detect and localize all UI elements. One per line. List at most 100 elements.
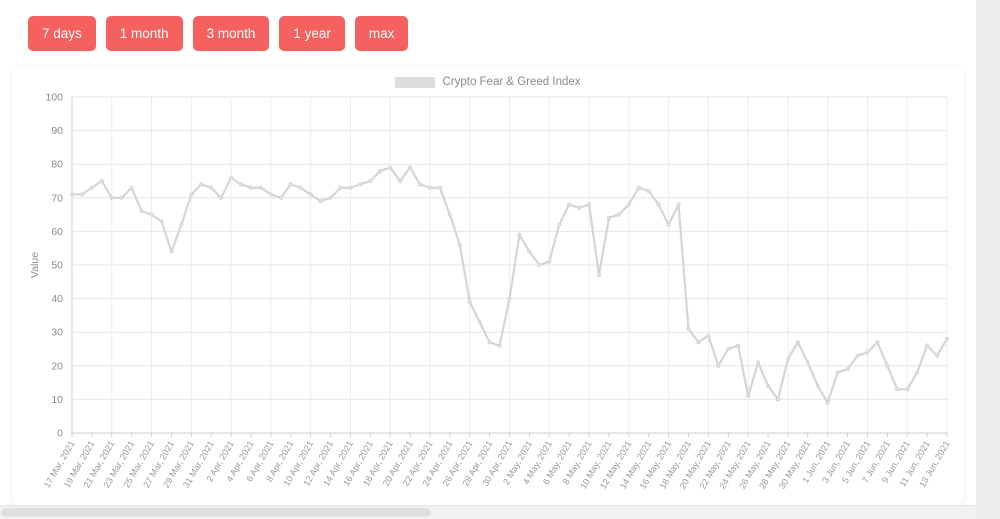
- data-point[interactable]: [437, 185, 442, 190]
- data-point[interactable]: [497, 343, 502, 348]
- data-point[interactable]: [875, 340, 880, 345]
- data-point[interactable]: [179, 222, 184, 227]
- data-point[interactable]: [487, 340, 492, 345]
- horizontal-scrollbar-gutter[interactable]: [0, 505, 1000, 519]
- data-point[interactable]: [507, 296, 512, 301]
- data-point[interactable]: [99, 178, 104, 184]
- data-point[interactable]: [944, 336, 950, 342]
- data-point[interactable]: [209, 185, 214, 190]
- data-point[interactable]: [258, 185, 264, 190]
- data-point[interactable]: [228, 175, 234, 180]
- range-1-year-button[interactable]: 1 year: [279, 16, 345, 51]
- data-point[interactable]: [746, 393, 751, 399]
- data-point[interactable]: [139, 209, 144, 214]
- data-point[interactable]: [219, 195, 224, 200]
- data-point[interactable]: [378, 168, 383, 174]
- data-point[interactable]: [606, 215, 612, 221]
- y-axis-tick: 50: [51, 260, 63, 272]
- horizontal-scrollbar-thumb[interactable]: [1, 508, 431, 517]
- data-point[interactable]: [348, 185, 353, 190]
- data-point[interactable]: [716, 363, 721, 368]
- data-point[interactable]: [338, 185, 343, 190]
- data-point[interactable]: [616, 212, 621, 217]
- data-point[interactable]: [726, 346, 731, 352]
- data-point[interactable]: [736, 343, 741, 348]
- data-point[interactable]: [596, 272, 602, 278]
- data-point[interactable]: [427, 185, 433, 190]
- data-point[interactable]: [895, 387, 900, 392]
- horizontal-scrollbar-track[interactable]: [0, 505, 976, 519]
- data-point[interactable]: [586, 202, 592, 207]
- data-point[interactable]: [318, 199, 323, 204]
- data-point[interactable]: [308, 192, 313, 197]
- data-point[interactable]: [537, 262, 542, 268]
- data-point[interactable]: [696, 340, 701, 345]
- data-point[interactable]: [855, 353, 860, 358]
- data-point[interactable]: [129, 185, 134, 190]
- data-point[interactable]: [815, 383, 820, 389]
- data-point[interactable]: [457, 242, 462, 247]
- data-point[interactable]: [328, 195, 333, 200]
- data-point[interactable]: [905, 387, 910, 392]
- data-point[interactable]: [547, 259, 552, 264]
- range-3-month-button[interactable]: 3 month: [192, 16, 270, 51]
- range-7-days-button[interactable]: 7 days: [28, 16, 96, 51]
- data-point[interactable]: [925, 343, 930, 348]
- data-point[interactable]: [288, 182, 293, 187]
- data-point[interactable]: [845, 367, 850, 372]
- data-point[interactable]: [636, 185, 641, 190]
- range-max-button[interactable]: max: [354, 16, 409, 51]
- data-point[interactable]: [159, 219, 164, 224]
- data-point[interactable]: [885, 363, 890, 368]
- data-point[interactable]: [398, 178, 403, 184]
- range-1-month-button[interactable]: 1 month: [105, 16, 183, 51]
- data-point[interactable]: [447, 212, 452, 217]
- data-point[interactable]: [407, 165, 413, 170]
- data-point[interactable]: [517, 232, 522, 237]
- data-point[interactable]: [149, 212, 154, 217]
- data-point[interactable]: [835, 370, 840, 375]
- data-point[interactable]: [189, 192, 194, 197]
- data-point[interactable]: [676, 202, 681, 207]
- data-point[interactable]: [79, 192, 85, 197]
- data-point[interactable]: [417, 182, 423, 187]
- data-point[interactable]: [656, 202, 661, 207]
- data-point[interactable]: [686, 326, 691, 331]
- data-point[interactable]: [119, 195, 124, 200]
- data-point[interactable]: [477, 320, 482, 325]
- data-point[interactable]: [268, 192, 273, 197]
- vertical-scrollbar-gutter[interactable]: [976, 0, 1000, 519]
- data-point[interactable]: [368, 178, 373, 184]
- data-point[interactable]: [666, 222, 671, 227]
- data-point[interactable]: [865, 350, 870, 355]
- data-point[interactable]: [825, 400, 830, 405]
- data-point[interactable]: [765, 383, 771, 389]
- data-point[interactable]: [646, 188, 651, 194]
- data-point[interactable]: [755, 360, 761, 365]
- data-point[interactable]: [388, 165, 393, 170]
- data-point[interactable]: [576, 205, 582, 210]
- data-point[interactable]: [169, 249, 174, 254]
- data-point[interactable]: [915, 370, 920, 375]
- data-point[interactable]: [109, 195, 114, 200]
- y-axis-tick: 30: [51, 327, 63, 339]
- data-point[interactable]: [934, 353, 940, 358]
- data-point[interactable]: [626, 202, 631, 207]
- data-point[interactable]: [238, 182, 244, 187]
- data-point[interactable]: [298, 185, 303, 190]
- data-point[interactable]: [278, 195, 283, 200]
- data-point[interactable]: [805, 360, 810, 365]
- data-point[interactable]: [358, 182, 363, 187]
- data-point[interactable]: [567, 202, 572, 207]
- data-point[interactable]: [527, 249, 532, 254]
- data-point[interactable]: [785, 356, 791, 362]
- data-point[interactable]: [248, 185, 254, 190]
- data-point[interactable]: [199, 182, 204, 187]
- data-point[interactable]: [467, 299, 472, 305]
- data-point[interactable]: [706, 333, 711, 338]
- data-point[interactable]: [557, 222, 562, 227]
- data-point[interactable]: [775, 397, 781, 402]
- data-point[interactable]: [795, 340, 800, 345]
- data-point[interactable]: [89, 185, 94, 190]
- data-point[interactable]: [69, 192, 75, 197]
